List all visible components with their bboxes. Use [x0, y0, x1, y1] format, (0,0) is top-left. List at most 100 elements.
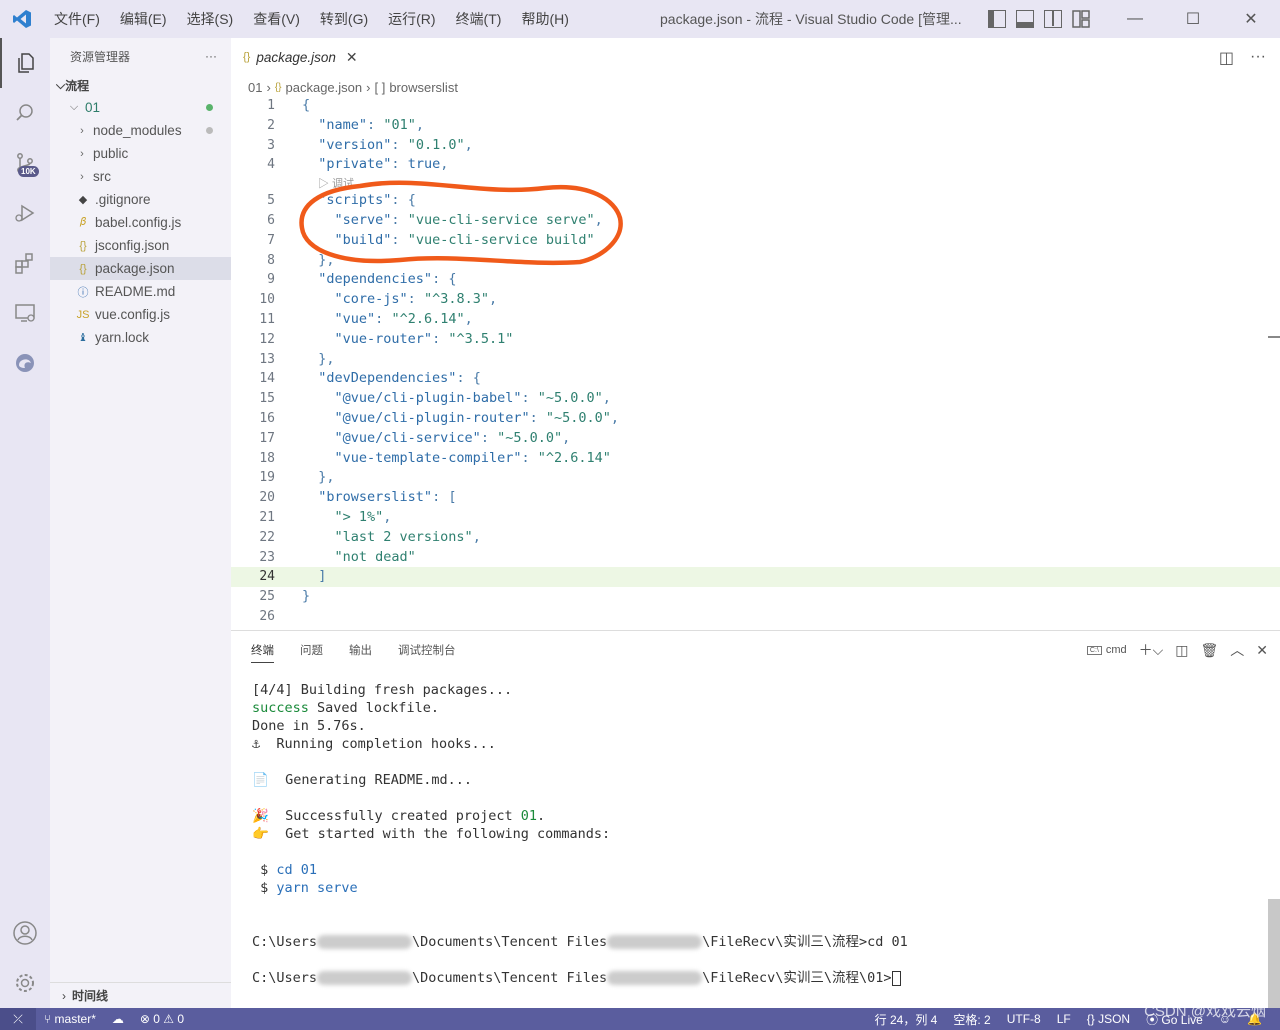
line-content: "browserslist": [ [318, 489, 457, 506]
code-line: 9 "dependencies": { [231, 270, 1280, 290]
edge-devtools-icon[interactable] [0, 338, 50, 388]
branch-icon: ⑂ [44, 1012, 55, 1026]
cursor-position[interactable]: 行 24，列 4 [867, 1011, 946, 1028]
menu-help[interactable]: 帮助(H) [511, 0, 578, 38]
line-number: 15 [259, 391, 275, 407]
source-control-icon[interactable]: 10K [0, 138, 50, 188]
problems-status[interactable]: ⊗ 0 ⚠ 0 [132, 1012, 192, 1026]
maximize-panel-icon[interactable]: ︿ [1230, 640, 1244, 660]
tree-item[interactable]: {} jsconfig.json [50, 234, 231, 257]
close-icon[interactable]: ✕ [346, 49, 358, 66]
codelens-debug[interactable]: ▷ 调试 [231, 175, 1280, 191]
line-number: 23 [259, 549, 275, 565]
encoding[interactable]: UTF-8 [999, 1012, 1049, 1026]
menu-view[interactable]: 查看(V) [243, 0, 310, 38]
tab-output[interactable]: 输出 [349, 642, 372, 658]
tree-item[interactable]: › node_modules [50, 119, 231, 142]
status-dot [206, 127, 213, 134]
end-of-line[interactable]: LF [1049, 1012, 1079, 1026]
menu-go[interactable]: 转到(G) [310, 0, 378, 38]
breadcrumb-file[interactable]: package.json [286, 80, 363, 95]
menu-edit[interactable]: 编辑(E) [110, 0, 177, 38]
toggle-secondary-sidebar-icon[interactable] [1044, 10, 1062, 28]
tree-item-label: jsconfig.json [95, 238, 170, 253]
party-emoji-icon: 🎉 [252, 808, 286, 824]
toggle-panel-icon[interactable] [1016, 10, 1034, 28]
explorer-icon[interactable] [0, 38, 50, 88]
line-content: "vue-template-compiler": "^2.6.14" [334, 449, 611, 466]
terminal-output[interactable]: [4/4] Building fresh packages... success… [252, 681, 908, 987]
tree-item[interactable]: ♝ yarn.lock [50, 326, 231, 349]
terminal-scrollbar[interactable] [1268, 899, 1280, 1009]
code-line: 20 "browserslist": [ [231, 488, 1280, 508]
line-number: 12 [259, 331, 275, 347]
line-content: "vue-router": "^3.5.1" [334, 330, 514, 347]
tree-item[interactable]: ⓘ README.md [50, 280, 231, 303]
new-terminal-icon[interactable]: ＋⌵ [1139, 640, 1164, 660]
more-actions-icon[interactable]: ··· [1250, 48, 1266, 68]
customize-layout-icon[interactable] [1072, 10, 1090, 28]
line-content: "version": "0.1.0", [318, 136, 473, 153]
sync-icon[interactable]: ☁ [104, 1012, 132, 1026]
maximize-icon[interactable]: ☐ [1164, 0, 1222, 38]
code-editor[interactable]: 1{2 "name": "01", 3 "version": "0.1.0", 4 … [231, 96, 1280, 627]
workspace-section[interactable]: ⌵ 流程 [50, 74, 231, 96]
menu-selection[interactable]: 选择(S) [177, 0, 244, 38]
window-controls: — ☐ ✕ [1106, 0, 1280, 38]
tree-item[interactable]: › public [50, 142, 231, 165]
tree-item-label: babel.config.js [95, 215, 182, 230]
yarn-file-icon: ♝ [78, 332, 88, 344]
minimize-icon[interactable]: — [1106, 0, 1164, 38]
line-number: 18 [259, 450, 275, 466]
terminal-selector[interactable]: C:\ cmd [1086, 644, 1127, 656]
line-content: }, [318, 469, 335, 486]
close-panel-icon[interactable]: ✕ [1256, 642, 1268, 659]
tree-item[interactable]: 𝛽 babel.config.js [50, 211, 231, 234]
menu-terminal[interactable]: 终端(T) [446, 0, 512, 38]
tree-item[interactable]: › src [50, 165, 231, 188]
explorer-header: 资源管理器 ··· [50, 38, 231, 74]
code-line: 6 "serve": "vue-cli-service serve", [231, 211, 1280, 231]
more-actions-icon[interactable]: ··· [205, 49, 217, 63]
line-number: 2 [267, 117, 275, 133]
scrollbar-marker [1268, 336, 1280, 338]
tab-problems[interactable]: 问题 [300, 642, 323, 658]
breadcrumb-symbol[interactable]: browserslist [389, 80, 458, 95]
tree-item[interactable]: ⌵ 01 [50, 96, 231, 119]
menu-file[interactable]: 文件(F) [44, 0, 110, 38]
tab-package-json[interactable]: {} package.json ✕ [231, 38, 370, 76]
indentation[interactable]: 空格: 2 [945, 1011, 998, 1028]
title-bar: 文件(F) 编辑(E) 选择(S) 查看(V) 转到(G) 运行(R) 终端(T… [0, 0, 1280, 38]
terminal-cursor [891, 970, 901, 986]
menu-run[interactable]: 运行(R) [378, 0, 445, 38]
branch-status[interactable]: ⑂ master* [36, 1012, 104, 1026]
line-content: "scripts": { [318, 192, 416, 209]
tree-item[interactable]: JS vue.config.js [50, 303, 231, 326]
line-number: 13 [259, 351, 275, 367]
line-number: 7 [267, 232, 275, 248]
toggle-primary-sidebar-icon[interactable] [988, 10, 1006, 28]
tree-item[interactable]: ◆ .gitignore [50, 188, 231, 211]
tree-item[interactable]: {} package.json [50, 257, 231, 280]
search-icon[interactable] [0, 88, 50, 138]
line-content: "dependencies": { [318, 271, 457, 288]
remote-explorer-icon[interactable] [0, 288, 50, 338]
window-title: package.json - 流程 - Visual Studio Code [… [660, 11, 962, 27]
json-file-icon: {} [79, 239, 87, 252]
extensions-icon[interactable] [0, 238, 50, 288]
activity-bar: 10K [0, 38, 50, 1008]
breadcrumb-folder[interactable]: 01 [248, 80, 262, 95]
remote-indicator-icon[interactable]: ⤫ [0, 1008, 36, 1030]
language-mode[interactable]: {} JSON [1079, 1012, 1138, 1026]
close-window-icon[interactable]: ✕ [1222, 0, 1280, 38]
timeline-section[interactable]: › 时间线 [50, 982, 231, 1008]
split-editor-icon[interactable]: ◫ [1219, 48, 1234, 68]
split-terminal-icon[interactable]: ◫ [1175, 642, 1188, 659]
accounts-icon[interactable] [0, 908, 50, 958]
code-line: 23 "not dead" [231, 548, 1280, 568]
tab-terminal[interactable]: 终端 [251, 642, 274, 663]
run-debug-icon[interactable] [0, 188, 50, 238]
tab-debug-console[interactable]: 调试控制台 [398, 642, 456, 658]
manage-gear-icon[interactable] [0, 958, 50, 1008]
kill-terminal-icon[interactable]: 🗑 [1200, 642, 1218, 659]
